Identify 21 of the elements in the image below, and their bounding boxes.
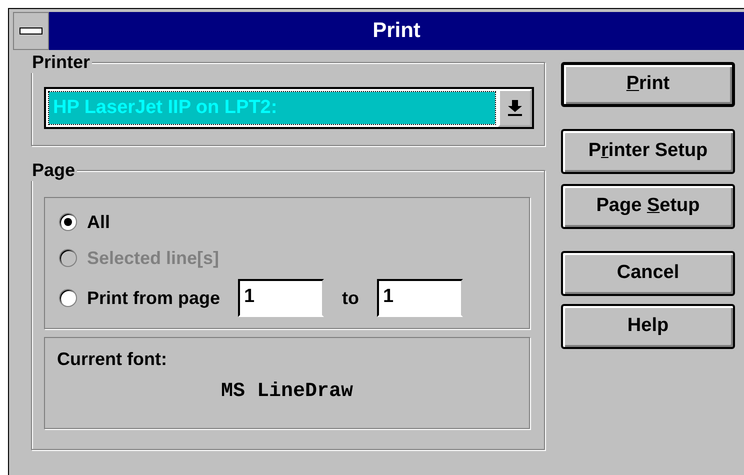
current-font-name: MS LineDraw — [220, 379, 354, 405]
from-page-field[interactable]: 1 — [238, 279, 324, 317]
radio-label: All — [87, 210, 110, 234]
radio-button[interactable] — [59, 289, 77, 307]
to-label: to — [342, 286, 360, 310]
down-arrow-icon — [508, 100, 522, 116]
window-title: Print — [49, 12, 744, 50]
dialog-button[interactable]: Help — [561, 304, 735, 349]
current-font-label: Current font: — [57, 348, 168, 371]
dialog-button[interactable]: Printer Setup — [561, 129, 735, 174]
to-page-field[interactable]: 1 — [377, 279, 464, 317]
dialog-button[interactable]: Print — [561, 62, 735, 107]
dialog-button[interactable]: Cancel — [561, 251, 735, 296]
dialog-button[interactable]: Page Setup — [561, 184, 735, 229]
selected-printer: HP LaserJet IIP on LPT2: — [49, 92, 495, 124]
minus-icon — [19, 27, 43, 35]
radio-label: Selected line[s] — [87, 246, 220, 270]
system-menu-button[interactable] — [13, 12, 49, 50]
radio-label: Print from page — [87, 286, 220, 310]
dropdown-button[interactable] — [498, 89, 532, 127]
radio-button[interactable] — [59, 213, 77, 231]
